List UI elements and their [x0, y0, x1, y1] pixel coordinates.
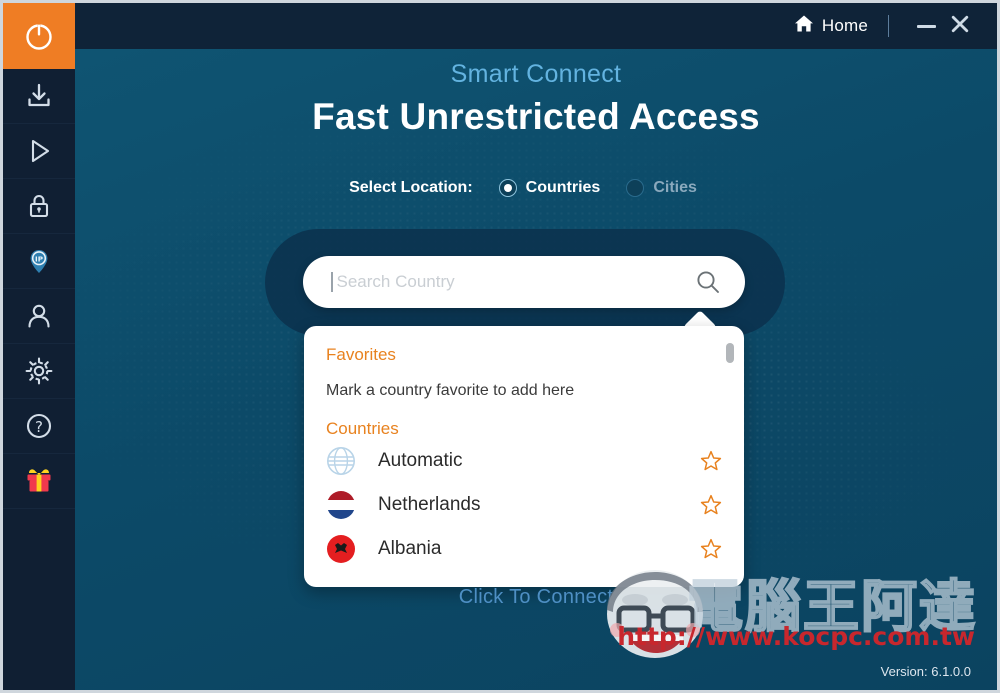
page-title: Fast Unrestricted Access [312, 96, 760, 137]
radio-countries-dot [498, 179, 517, 197]
ip-pin-icon: IP [24, 246, 54, 276]
sidebar-item-help[interactable]: ? [3, 399, 75, 454]
svg-text:IP: IP [35, 254, 43, 263]
smart-connect-subtitle: Smart Connect [450, 60, 622, 88]
svg-text:?: ? [35, 418, 43, 436]
power-icon [22, 19, 56, 53]
question-icon: ? [24, 411, 54, 441]
radio-cities[interactable]: Cities [626, 179, 697, 197]
favorite-star-icon[interactable] [700, 450, 722, 472]
home-icon [794, 14, 814, 38]
favorites-empty-text: Mark a country favorite to add here [326, 382, 575, 399]
text-cursor [331, 272, 333, 292]
sidebar-item-account[interactable] [3, 289, 75, 344]
sidebar-item-ip-location[interactable]: IP [3, 234, 75, 289]
connect-hint[interactable]: Click To Connect [75, 586, 997, 609]
search-icon[interactable] [695, 269, 721, 295]
sidebar-item-download[interactable] [3, 69, 75, 124]
country-dropdown: Favorites Mark a country favorite to add… [304, 326, 744, 587]
search-input[interactable] [336, 272, 695, 292]
favorite-star-icon[interactable] [700, 538, 722, 560]
globe-icon [326, 446, 356, 476]
home-button[interactable]: Home [794, 14, 868, 38]
location-mode-selector: Select Location: Countries Cities [75, 179, 997, 197]
albania-flag-icon [326, 534, 356, 564]
sidebar-item-security[interactable] [3, 179, 75, 234]
minimize-button[interactable] [909, 11, 943, 41]
dropdown-scrollbar[interactable] [726, 343, 734, 363]
sidebar-item-power[interactable] [3, 3, 75, 69]
sidebar-item-settings[interactable] [3, 344, 75, 399]
select-location-label: Select Location: [349, 179, 473, 196]
title-bar: Home [75, 3, 997, 49]
radio-cities-label: Cities [653, 179, 697, 196]
radio-cities-dot [626, 179, 645, 197]
close-button[interactable] [943, 11, 977, 41]
titlebar-divider [888, 15, 889, 37]
gear-icon [24, 356, 54, 386]
radio-countries-label: Countries [525, 179, 601, 196]
home-label: Home [821, 16, 868, 35]
favorite-star-icon[interactable] [700, 494, 722, 516]
play-icon [24, 136, 54, 166]
gift-icon [23, 466, 55, 496]
sidebar: IP ? [3, 3, 75, 690]
search-container [303, 256, 745, 308]
download-icon [24, 81, 54, 111]
version-label: Version: 6.1.0.0 [880, 664, 971, 679]
netherlands-flag-icon [326, 490, 356, 520]
radio-countries[interactable]: Countries [498, 179, 601, 197]
country-name: Automatic [378, 450, 463, 471]
close-icon [950, 14, 970, 39]
sidebar-item-streaming[interactable] [3, 124, 75, 179]
main-stage: Smart Connect Fast Unrestricted Access S… [75, 49, 997, 690]
country-name: Albania [378, 538, 442, 559]
app-window: IP ? Home Smart Connect Fast Unrestricte… [0, 0, 1000, 693]
sidebar-item-rewards[interactable] [3, 454, 75, 509]
country-name: Netherlands [378, 494, 481, 515]
lock-icon [24, 191, 54, 221]
minimize-icon [916, 24, 936, 28]
list-item[interactable]: Albania [304, 527, 744, 571]
countries-header: Countries [326, 419, 399, 438]
favorites-header: Favorites [326, 345, 396, 364]
list-item[interactable]: Automatic [304, 439, 744, 483]
user-icon [24, 301, 54, 331]
list-item[interactable]: Netherlands [304, 483, 744, 527]
